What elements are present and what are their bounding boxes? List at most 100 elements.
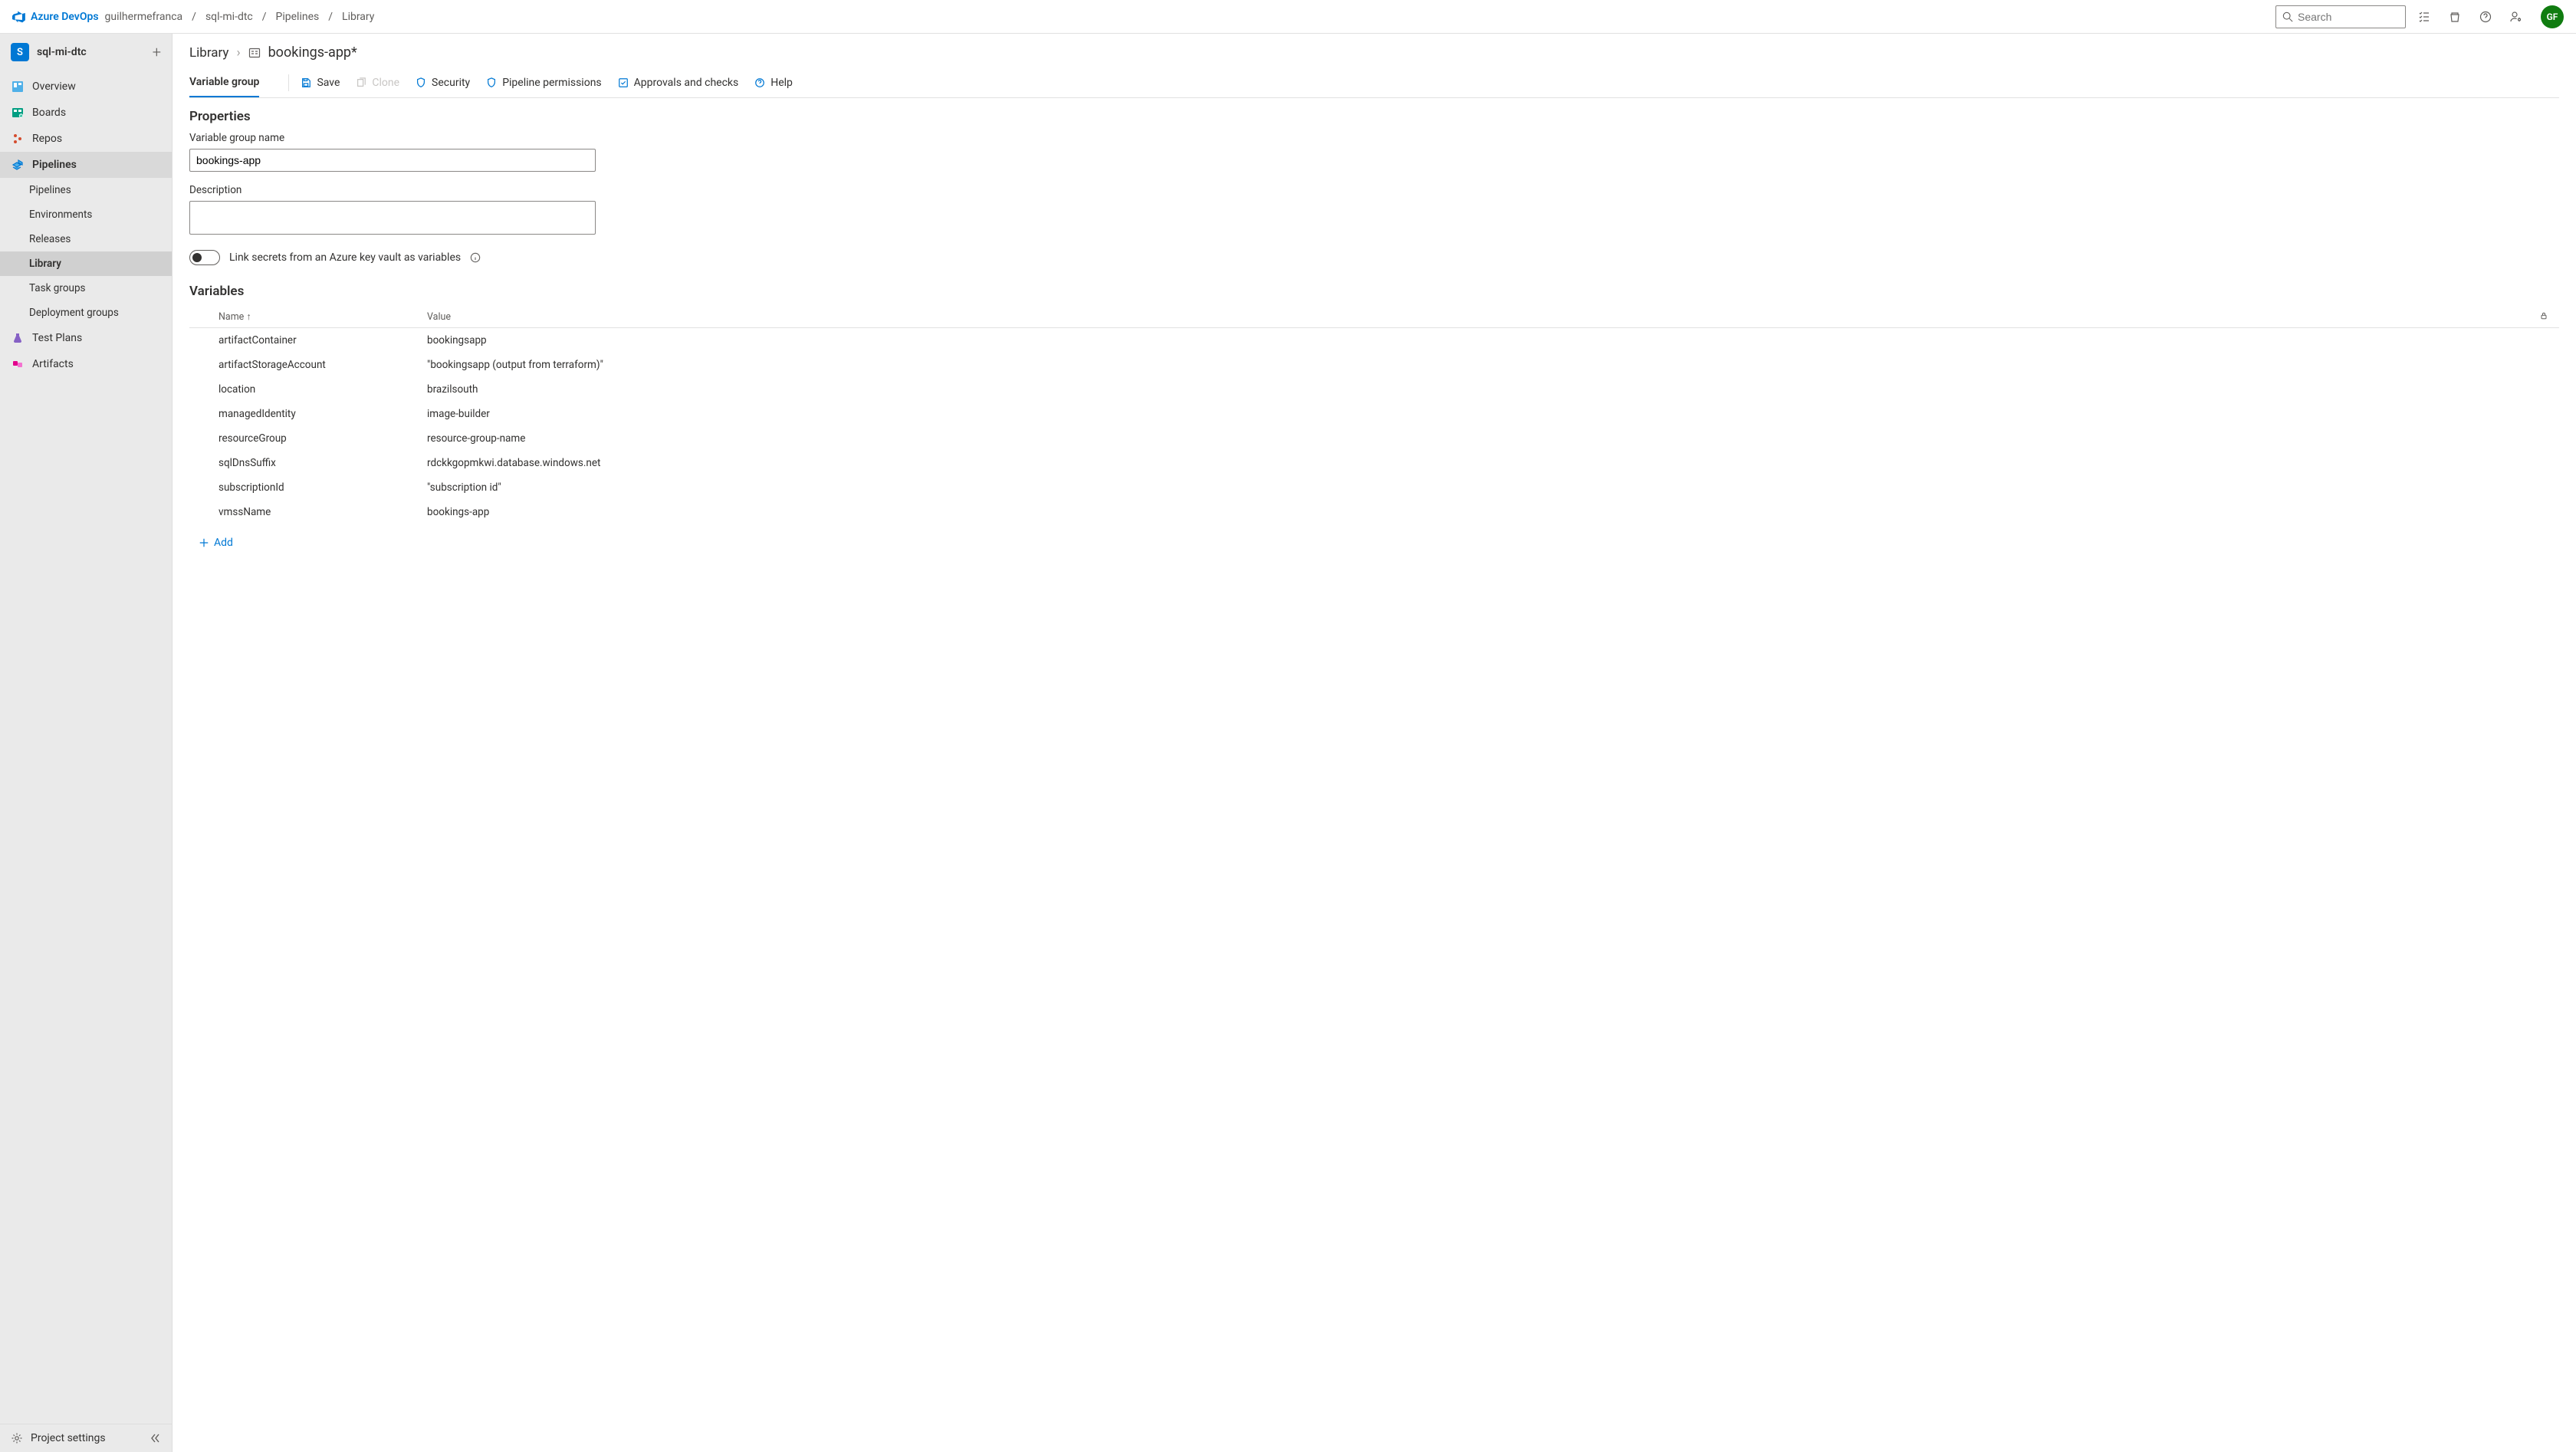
description-input[interactable]: [189, 201, 596, 235]
shield-icon: [485, 77, 498, 89]
project-settings[interactable]: Project settings: [0, 1424, 172, 1452]
product-link[interactable]: Azure DevOps: [12, 10, 99, 24]
marketplace-icon[interactable]: [2443, 5, 2467, 29]
page-breadcrumb: Library › bookings-app*: [189, 44, 2559, 61]
variables-table-header: Name ↑ Value: [189, 307, 2559, 328]
col-name-header[interactable]: Name ↑: [189, 311, 427, 323]
nav-test-plans-label: Test Plans: [32, 332, 82, 344]
nav-list: Overview Boards Repos Pipelines Pipeline…: [0, 71, 172, 380]
table-row[interactable]: sqlDnsSuffixrdckkgopmkwi.database.window…: [189, 451, 2559, 475]
nav-environments[interactable]: Environments: [0, 202, 172, 227]
crumb-sep: /: [328, 11, 333, 23]
variable-name-cell: resourceGroup: [189, 432, 427, 445]
task-list-icon[interactable]: [2412, 5, 2436, 29]
artifacts-icon: [11, 357, 25, 371]
approvals-button[interactable]: Approvals and checks: [617, 71, 739, 95]
help-icon[interactable]: [2473, 5, 2498, 29]
crumb-org[interactable]: guilhermefranca: [105, 11, 183, 23]
pipeline-permissions-button[interactable]: Pipeline permissions: [485, 71, 601, 95]
variable-name-cell: artifactStorageAccount: [189, 359, 427, 371]
variable-value-cell: bookings-app: [427, 506, 2528, 518]
tab-variable-group[interactable]: Variable group: [189, 68, 259, 97]
table-row[interactable]: artifactStorageAccount"bookingsapp (outp…: [189, 353, 2559, 377]
clone-button: Clone: [355, 71, 399, 95]
table-row[interactable]: managedIdentityimage-builder: [189, 402, 2559, 426]
add-variable-button[interactable]: Add: [189, 537, 2559, 549]
avatar[interactable]: GF: [2541, 5, 2564, 28]
name-label: Variable group name: [189, 132, 2559, 144]
help-small-icon: [754, 77, 766, 89]
clone-icon: [355, 77, 367, 89]
user-settings-icon[interactable]: [2504, 5, 2528, 29]
info-icon[interactable]: [470, 252, 481, 263]
nav-artifacts[interactable]: Artifacts: [0, 351, 172, 377]
save-icon: [300, 77, 312, 89]
variable-name-cell: sqlDnsSuffix: [189, 457, 427, 469]
security-button[interactable]: Security: [415, 71, 470, 95]
project-settings-label: Project settings: [31, 1432, 106, 1444]
nav-pipelines-sub[interactable]: Pipelines: [0, 178, 172, 202]
nav-library[interactable]: Library: [0, 251, 172, 276]
product-name: Azure DevOps: [31, 11, 99, 23]
sort-arrow-icon: ↑: [246, 311, 251, 323]
chevron-right-icon: ›: [236, 45, 240, 61]
variables-heading: Variables: [189, 284, 2559, 299]
save-button[interactable]: Save: [300, 71, 340, 95]
nav-boards-label: Boards: [32, 107, 66, 119]
nav-overview[interactable]: Overview: [0, 74, 172, 100]
variable-value-cell: image-builder: [427, 408, 2528, 420]
table-row[interactable]: artifactContainerbookingsapp: [189, 328, 2559, 353]
nav-task-groups[interactable]: Task groups: [0, 276, 172, 301]
description-label: Description: [189, 184, 2559, 196]
variable-value-cell: rdckkgopmkwi.database.windows.net: [427, 457, 2528, 469]
library-link[interactable]: Library: [189, 45, 228, 61]
nav-pipelines-label: Pipelines: [32, 159, 77, 171]
crumb-project[interactable]: sql-mi-dtc: [205, 11, 253, 23]
security-icon: [415, 77, 427, 89]
crumb-page[interactable]: Library: [342, 11, 374, 23]
link-keyvault-label: Link secrets from an Azure key vault as …: [229, 251, 461, 264]
azure-devops-icon: [12, 10, 26, 24]
col-value-header[interactable]: Value: [427, 311, 2528, 323]
variable-name-cell: vmssName: [189, 506, 427, 518]
link-keyvault-toggle[interactable]: [189, 250, 220, 265]
variable-value-cell: resource-group-name: [427, 432, 2528, 445]
nav-releases[interactable]: Releases: [0, 227, 172, 251]
link-keyvault-row: Link secrets from an Azure key vault as …: [189, 250, 2559, 265]
project-name: sql-mi-dtc: [37, 46, 87, 58]
nav-pipelines[interactable]: Pipelines: [0, 152, 172, 178]
help-button[interactable]: Help: [754, 71, 793, 95]
test-plans-icon: [11, 331, 25, 345]
collapse-sidebar-icon[interactable]: [149, 1432, 161, 1444]
lock-icon: [2539, 311, 2548, 320]
command-bar: Variable group Save Clone Security Pipel…: [189, 68, 2559, 98]
page-title: bookings-app*: [268, 44, 357, 61]
table-row[interactable]: subscriptionId"subscription id": [189, 475, 2559, 500]
nav-repos-label: Repos: [32, 133, 62, 145]
variable-value-cell: bookingsapp: [427, 334, 2528, 347]
variable-value-cell: "subscription id": [427, 481, 2528, 494]
crumb-sep: /: [262, 11, 267, 23]
table-row[interactable]: resourceGroupresource-group-name: [189, 426, 2559, 451]
pipelines-icon: [11, 158, 25, 172]
variable-value-cell: "bookingsapp (output from terraform)": [427, 359, 2528, 371]
plus-icon: [199, 537, 209, 548]
properties-heading: Properties: [189, 109, 2559, 124]
project-badge: S: [11, 43, 29, 61]
search-icon: [2282, 11, 2293, 22]
gear-icon: [11, 1432, 23, 1444]
nav-repos[interactable]: Repos: [0, 126, 172, 152]
variable-group-name-input[interactable]: [189, 149, 596, 172]
nav-boards[interactable]: Boards: [0, 100, 172, 126]
table-row[interactable]: locationbrazilsouth: [189, 377, 2559, 402]
table-row[interactable]: vmssNamebookings-app: [189, 500, 2559, 524]
variable-name-cell: managedIdentity: [189, 408, 427, 420]
divider: [288, 74, 289, 91]
variable-name-cell: location: [189, 383, 427, 396]
new-item-icon[interactable]: +: [153, 43, 161, 61]
search-box[interactable]: [2275, 5, 2406, 28]
nav-test-plans[interactable]: Test Plans: [0, 325, 172, 351]
nav-deployment-groups[interactable]: Deployment groups: [0, 301, 172, 325]
crumb-section[interactable]: Pipelines: [276, 11, 320, 23]
project-switcher[interactable]: S sql-mi-dtc +: [0, 34, 172, 71]
